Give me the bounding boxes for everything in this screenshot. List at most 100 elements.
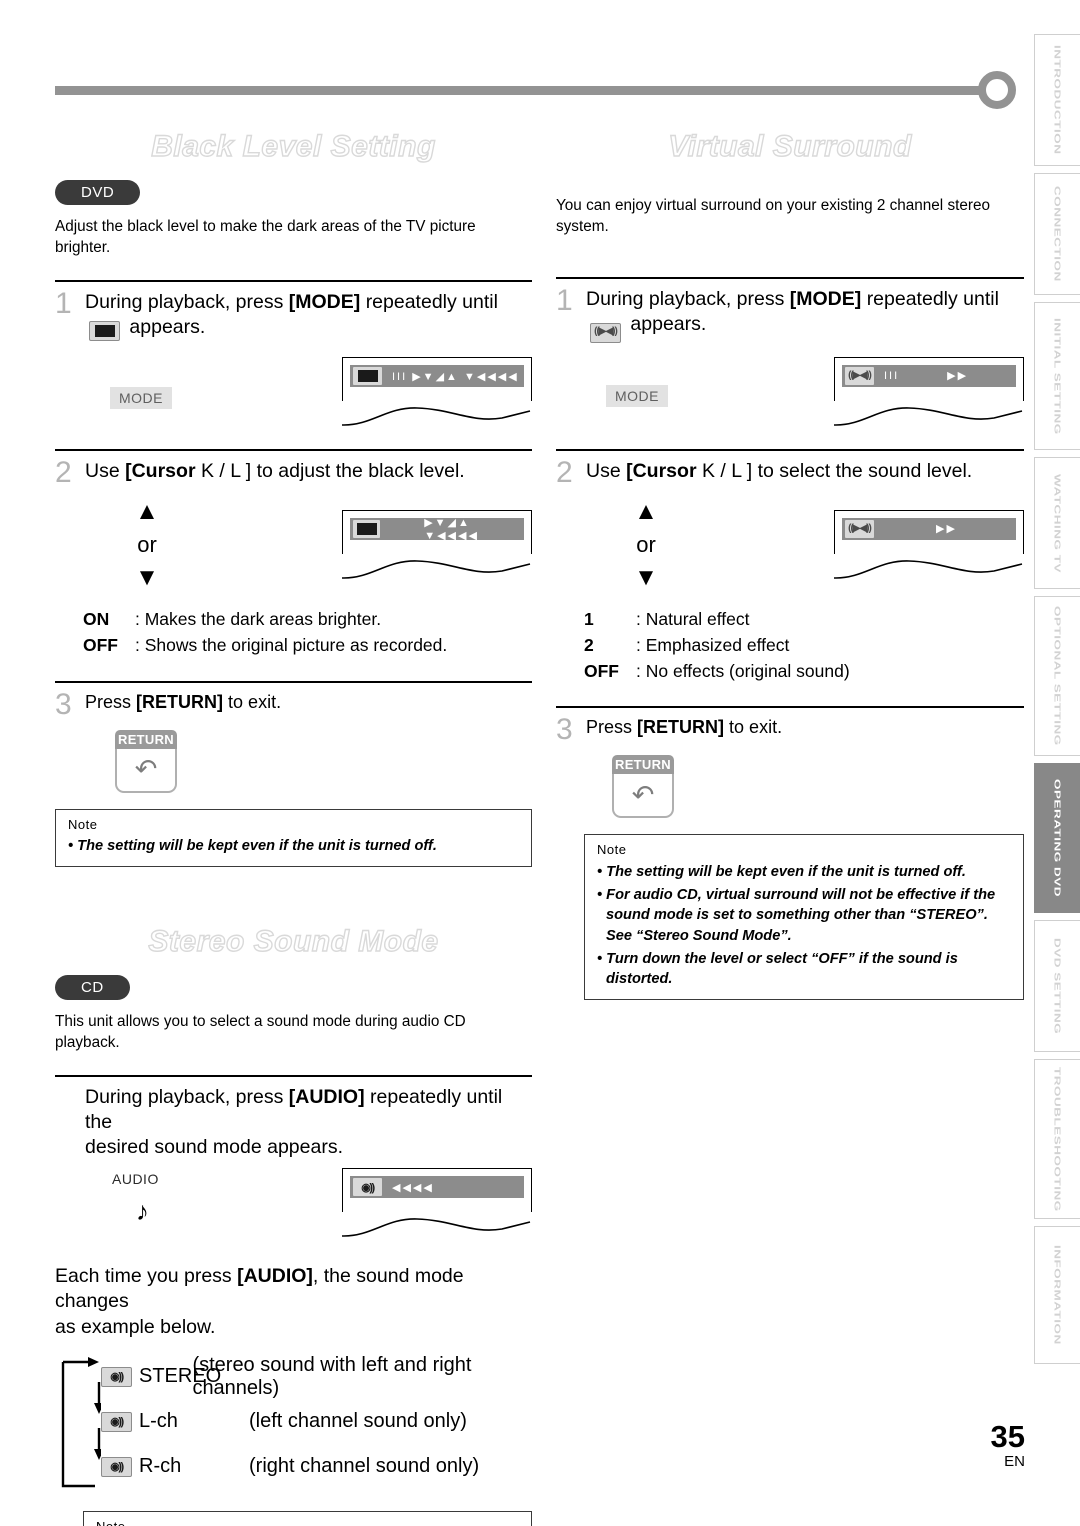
key-audio: [AUDIO] [237, 1265, 313, 1288]
sidebar-tab-dvd-setting[interactable]: DVD SETTING [1034, 920, 1080, 1052]
step-number: 1 [556, 284, 573, 318]
sidebar-tab-label: DVD SETTING [1052, 937, 1063, 1035]
option-key: 2 [584, 634, 594, 655]
cycle-arrows-icon [61, 1357, 101, 1488]
step-number: 3 [556, 713, 573, 747]
cursor-updown-indicator: ▲ or ▼ [614, 497, 678, 590]
step-text-part1: Use [85, 460, 120, 483]
cycle-intro-part3: as example below. [55, 1315, 216, 1338]
header-ring-icon [978, 71, 1016, 109]
audio-icon: ◉)) [352, 1177, 383, 1198]
step-1-virtual-surround: 1 During playback, press [MODE] repeated… [556, 277, 1024, 426]
step-text-part1: Press [586, 717, 633, 738]
sidebar-tab-label: INTRODUCTION [1052, 45, 1063, 155]
option-key: 1 [584, 608, 594, 629]
osd-preview-virtual-1: ((▶◀)) III ▶▶ [834, 356, 1024, 427]
step-3-black-level: 3 Press [RETURN] to exit. RETURN ↶ [55, 680, 532, 793]
audio-icon: ◉)) [101, 1411, 132, 1432]
step-text-part1: During playback, press [586, 288, 785, 311]
audio-icon: ◉)) [101, 1456, 132, 1477]
step-text-part2: to exit. [228, 691, 282, 712]
page-number: 35 [990, 1419, 1025, 1454]
section-black-level-setting: Black Level Setting DVD Adjust the black… [55, 129, 532, 867]
key-return: [RETURN] [136, 691, 224, 712]
step-text-part1: Press [85, 691, 132, 712]
sound-mode-cycle-diagram: ◉)) STEREO (stereo sound with left and r… [55, 1354, 532, 1489]
button-audio[interactable]: AUDIO [110, 1168, 168, 1191]
music-note-icon: ♪ [136, 1196, 149, 1227]
virtual-surround-icon: ((▶◀)) [590, 322, 621, 343]
sidebar-tab-operating-dvd[interactable]: OPERATING DVD [1034, 763, 1080, 913]
step-2-black-level: 2 Use [Cursor K / L ] to adjust the blac… [55, 449, 532, 659]
cycle-mode-name: R-ch [139, 1455, 182, 1478]
note-head: Note [597, 842, 627, 858]
sidebar-tab-label: TROUBLESHOOTING [1052, 1066, 1063, 1212]
button-return[interactable]: RETURN ↶ [612, 755, 674, 819]
key-cursor: [Cursor [626, 459, 697, 482]
step-text-part1: During playback, press [85, 1086, 284, 1109]
option-row: OFF : Shows the original picture as reco… [83, 632, 532, 658]
media-badge-cd: CD [55, 974, 130, 1000]
step-stereo-audio: During playback, press [AUDIO] repeatedl… [55, 1075, 532, 1238]
cycle-intro-part1: Each time you press [55, 1265, 232, 1288]
option-key: OFF [584, 661, 619, 682]
osd-symbol-forward: ▶▶ [936, 523, 957, 536]
option-value: : Shows the original picture as recorded… [135, 635, 448, 656]
note-item: The setting will be kept even if the uni… [597, 862, 1011, 883]
header-rule [55, 86, 985, 95]
page-footer: 35 EN [991, 1419, 1025, 1470]
right-column: Virtual Surround You can enjoy virtual s… [556, 129, 1024, 1001]
button-mode[interactable]: MODE [606, 384, 668, 407]
option-key: OFF [83, 635, 118, 656]
step-text-part2: to adjust the black level. [256, 460, 465, 483]
cursor-up-icon: ▲ [135, 498, 159, 526]
button-mode[interactable]: MODE [110, 387, 172, 410]
step-text-part1: Use [586, 459, 621, 482]
osd-preview-black-level-2: ▶▼◢▲ ▼◀◀◀◀ [342, 510, 532, 580]
note-box-stereo: Note Virtual surround cannot be changed … [83, 1511, 532, 1526]
step-1-black-level: 1 During playback, press [MODE] repeated… [55, 280, 532, 427]
section-title-virtual-surround: Virtual Surround [668, 129, 912, 163]
audio-icon: ◉)) [101, 1366, 132, 1387]
osd-symbols: ◀◀◀◀ [392, 1181, 434, 1194]
cycle-mode-name: L-ch [139, 1410, 178, 1433]
sidebar-tab-troubleshooting[interactable]: TROUBLESHOOTING [1034, 1059, 1080, 1219]
sidebar-tab-optional-setting[interactable]: OPTIONAL SETTING [1034, 596, 1080, 756]
key-cursor-directions: K / L ] [200, 460, 252, 483]
step-number: 1 [55, 287, 72, 321]
osd-preview-virtual-2: ((▶◀)) ▶▶ [834, 509, 1024, 580]
cycle-mode-desc: (right channel sound only) [249, 1455, 480, 1478]
torn-edge-icon [342, 407, 531, 427]
option-row: 2 : Emphasized effect [584, 632, 1024, 658]
cursor-up-icon: ▲ [634, 497, 658, 525]
cycle-row-lch: ◉)) L-ch (left channel sound only) [101, 1399, 532, 1444]
key-mode: [MODE] [789, 288, 862, 311]
black-level-icon [89, 321, 120, 342]
virtual-surround-icon: ((▶◀)) [844, 365, 875, 386]
key-cursor-directions: K / L ] [701, 459, 753, 482]
option-row: ON : Makes the dark areas brighter. [83, 606, 532, 632]
cycle-mode-desc: (left channel sound only) [249, 1410, 467, 1433]
key-cursor: [Cursor [125, 460, 196, 483]
sidebar-tab-watching-tv[interactable]: WATCHING TV [1034, 457, 1080, 589]
step-text-part2: repeatedly until [866, 288, 999, 311]
black-level-options: ON : Makes the dark areas brighter. OFF … [55, 606, 532, 659]
note-box-virtual-surround: Note The setting will be kept even if th… [584, 834, 1024, 1001]
option-key: ON [83, 609, 110, 630]
sidebar-tab-label: INITIAL SETTING [1052, 317, 1063, 435]
black-level-icon [352, 366, 383, 387]
button-return[interactable]: RETURN ↶ [115, 729, 177, 793]
osd-preview-black-level-1: III ▶▼◢▲ ▼◀◀◀◀ [342, 357, 532, 427]
sidebar-tab-information[interactable]: INFORMATION [1034, 1226, 1080, 1364]
section-virtual-surround: Virtual Surround You can enjoy virtual s… [556, 129, 1024, 1001]
sidebar-tab-introduction[interactable]: INTRODUCTION [1034, 34, 1080, 166]
note-item: The setting will be kept even if the uni… [68, 836, 519, 857]
cycle-mode-desc: (stereo sound with left and right channe… [192, 1353, 472, 1399]
virtual-surround-options: 1 : Natural effect 2 : Emphasized effect… [556, 606, 1024, 685]
sidebar-tab-initial-setting[interactable]: INITIAL SETTING [1034, 302, 1080, 450]
section-stereo-sound-mode: Stereo Sound Mode CD This unit allows yo… [55, 924, 532, 1526]
section-intro-stereo: This unit allows you to select a sound m… [55, 1012, 466, 1051]
sidebar-tab-connection[interactable]: CONNECTION [1034, 173, 1080, 295]
torn-edge-icon [834, 559, 1023, 579]
torn-edge-icon [342, 560, 531, 580]
